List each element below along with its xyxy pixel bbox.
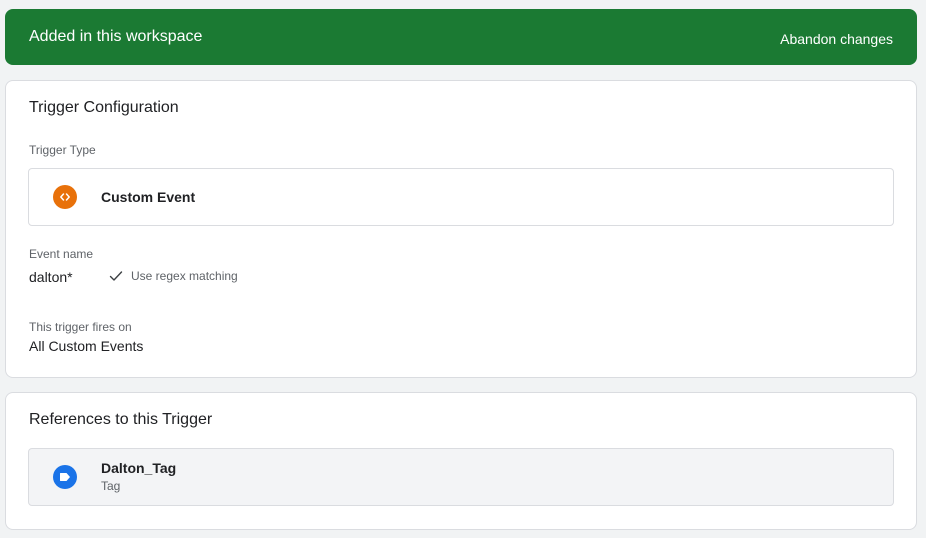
card-title: References to this Trigger — [29, 411, 213, 428]
fires-on-label: This trigger fires on — [29, 320, 132, 334]
fires-on-value: All Custom Events — [29, 338, 144, 354]
checkmark-icon — [109, 271, 123, 281]
code-brackets-icon — [53, 185, 77, 209]
trigger-configuration-card: Trigger Configuration Trigger Type Custo… — [5, 80, 917, 378]
trigger-type-label: Trigger Type — [29, 143, 96, 157]
trigger-references-card: References to this Trigger Dalton_Tag Ta… — [5, 392, 917, 530]
reference-type: Tag — [101, 479, 121, 493]
event-name-label: Event name — [29, 247, 94, 261]
workspace-status-banner: Added in this workspace Abandon changes — [5, 9, 917, 65]
event-name-value: dalton* — [29, 269, 73, 285]
regex-matching-label: Use regex matching — [131, 269, 238, 283]
trigger-type-name: Custom Event — [101, 189, 196, 205]
tag-icon — [53, 465, 77, 489]
banner-title: Added in this workspace — [29, 28, 203, 45]
abandon-changes-button[interactable]: Abandon changes — [780, 31, 893, 47]
reference-name: Dalton_Tag — [101, 460, 177, 476]
reference-item[interactable]: Dalton_Tag Tag — [28, 448, 894, 506]
card-title: Trigger Configuration — [29, 99, 179, 116]
regex-matching-option: Use regex matching — [109, 269, 238, 283]
trigger-type-selector[interactable]: Custom Event — [28, 168, 894, 226]
